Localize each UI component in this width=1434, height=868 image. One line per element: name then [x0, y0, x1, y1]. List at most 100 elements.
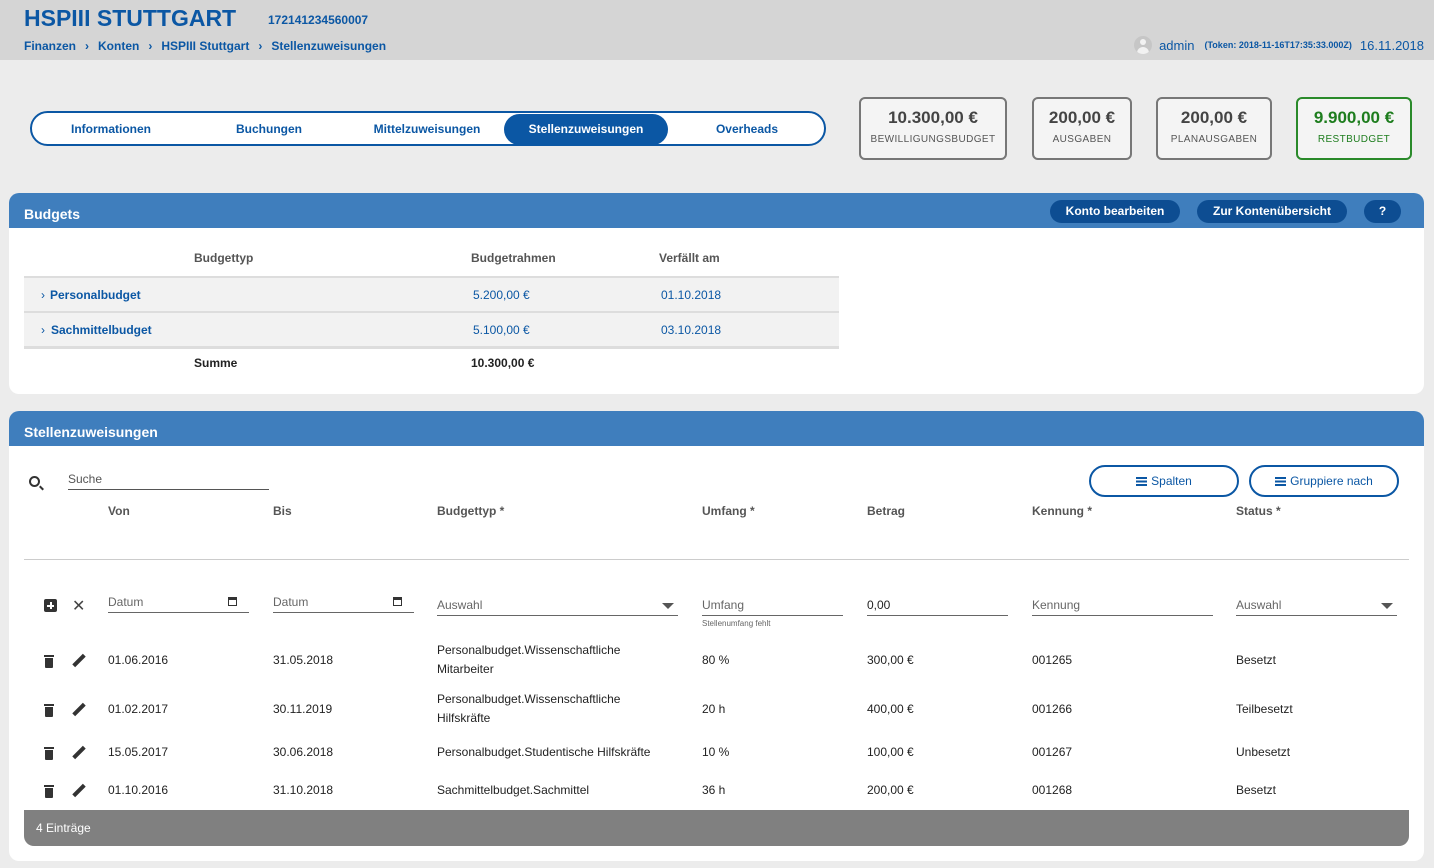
search-icon[interactable]	[29, 476, 40, 487]
cell-scope: 80 %	[702, 653, 730, 667]
add-icon[interactable]	[44, 599, 57, 612]
cell-id: 001268	[1032, 783, 1073, 797]
column-header-budgetrahmen: Budgetrahmen	[471, 251, 556, 265]
edit-account-button[interactable]: Konto bearbeiten	[1050, 200, 1180, 223]
to-date-input[interactable]: Datum	[273, 589, 414, 613]
tab-overheads[interactable]: Overheads	[668, 114, 826, 145]
chevron-right-icon[interactable]: ›	[41, 323, 45, 337]
column-header-budgettyp: Budgettyp	[194, 251, 254, 265]
cell-budget-type: Sachmittelbudget.Sachmittel	[437, 783, 590, 797]
search-input[interactable]: Suche	[68, 468, 269, 490]
avatar[interactable]	[1134, 36, 1153, 54]
summary-planausgaben: 200,00 € PLANAUSGABEN	[1156, 97, 1272, 160]
cell-to: 30.06.2018	[273, 745, 334, 759]
table-row: 15.05.2017 30.06.2018 Personalbudget.Stu…	[9, 743, 1424, 765]
summary-label: BEWILLIGUNGSBUDGET	[870, 134, 996, 145]
tab-informationen[interactable]: Informationen	[32, 114, 190, 145]
delete-icon[interactable]	[44, 655, 54, 668]
column-header-von[interactable]: Von	[108, 504, 130, 518]
tab-mittelzuweisungen[interactable]: Mittelzuweisungen	[348, 114, 506, 145]
status-placeholder: Auswahl	[1236, 598, 1282, 612]
cell-id: 001266	[1032, 702, 1073, 716]
tab-buchungen[interactable]: Buchungen	[190, 114, 348, 145]
chevron-right-icon[interactable]: ›	[41, 288, 45, 302]
cell-amount: 300,00 €	[867, 653, 914, 667]
amount-input[interactable]: 0,00	[867, 592, 1008, 616]
list-icon	[1275, 477, 1287, 486]
delete-icon[interactable]	[44, 704, 54, 717]
cell-to: 31.05.2018	[273, 653, 334, 667]
budget-expires: 01.10.2018	[661, 288, 722, 302]
columns-button[interactable]: Spalten	[1089, 465, 1239, 497]
table-row: 01.10.2016 31.10.2018 Sachmittelbudget.S…	[9, 781, 1424, 803]
account-overview-button[interactable]: Zur Kontenübersicht	[1197, 200, 1347, 223]
breadcrumb-finanzen[interactable]: Finanzen	[24, 39, 76, 53]
edit-icon[interactable]	[72, 703, 86, 717]
summary-ausgaben: 200,00 € AUSGABEN	[1032, 97, 1132, 160]
cell-from: 15.05.2017	[108, 745, 169, 759]
column-header-betrag[interactable]: Betrag	[867, 504, 905, 518]
edit-icon[interactable]	[72, 784, 86, 798]
cell-budget-type: Personalbudget.Wissenschaftliche	[437, 643, 621, 657]
cell-budget-type-line2: Hilfskräfte	[437, 711, 491, 725]
column-header-bis[interactable]: Bis	[273, 504, 292, 518]
tab-stellenzuweisungen[interactable]: Stellenzuweisungen	[504, 114, 668, 145]
cell-scope: 10 %	[702, 745, 730, 759]
app-header: HSPIII STUTTGART 172141234560007 Finanze…	[0, 0, 1434, 60]
column-header-verfaellt: Verfällt am	[659, 251, 720, 265]
group-by-button[interactable]: Gruppiere nach	[1249, 465, 1399, 497]
divider	[24, 559, 1409, 560]
budget-amount: 5.100,00 €	[473, 323, 530, 337]
edit-icon[interactable]	[72, 746, 86, 760]
table-row: 01.06.2016 31.05.2018 Personalbudget.Wis…	[9, 641, 1424, 681]
cell-scope: 20 h	[702, 702, 726, 716]
cell-to: 31.10.2018	[273, 783, 334, 797]
breadcrumb-konten[interactable]: Konten	[98, 39, 139, 53]
summary-bewilligungsbudget: 10.300,00 € BEWILLIGUNGSBUDGET	[859, 97, 1007, 160]
summary-restbudget: 9.900,00 € RESTBUDGET	[1296, 97, 1412, 160]
token-info: (Token: 2018-11-16T17:35:33.000Z)	[1204, 40, 1352, 50]
edit-icon[interactable]	[72, 654, 86, 668]
cell-from: 01.02.2017	[108, 702, 169, 716]
help-button[interactable]: ?	[1364, 200, 1401, 223]
summary-label: RESTBUDGET	[1317, 134, 1391, 145]
table-footer: 4 Einträge	[24, 810, 1409, 846]
calendar-icon[interactable]	[228, 597, 237, 606]
close-icon[interactable]: ✕	[72, 596, 85, 616]
cell-amount: 200,00 €	[867, 783, 914, 797]
status-select[interactable]: Auswahl	[1236, 592, 1397, 616]
summary-value: 10.300,00 €	[888, 108, 978, 127]
scope-input[interactable]: Umfang	[702, 592, 843, 616]
budget-name[interactable]: Personalbudget	[50, 288, 141, 302]
budget-type-select[interactable]: Auswahl	[437, 592, 678, 616]
to-date-placeholder: Datum	[273, 595, 309, 609]
table-row[interactable]: › Sachmittelbudget 5.100,00 € 03.10.2018	[24, 311, 839, 346]
column-header-umfang[interactable]: Umfang *	[702, 504, 755, 518]
delete-icon[interactable]	[44, 785, 54, 798]
current-date: 16.11.2018	[1359, 37, 1424, 53]
delete-icon[interactable]	[44, 747, 54, 760]
username[interactable]: admin	[1159, 38, 1194, 53]
table-row[interactable]: › Personalbudget 5.200,00 € 01.10.2018	[24, 276, 839, 311]
chevron-down-icon	[1381, 603, 1393, 609]
column-header-status[interactable]: Status *	[1236, 504, 1281, 518]
column-header-kennung[interactable]: Kennung *	[1032, 504, 1092, 518]
budget-expires: 03.10.2018	[661, 323, 722, 337]
assignments-title: Stellenzuweisungen	[24, 424, 158, 440]
cell-budget-type-line2: Mitarbeiter	[437, 662, 494, 676]
summary-value: 9.900,00 €	[1313, 108, 1395, 127]
chevron-right-icon: ›	[148, 39, 153, 53]
column-header-budgettyp[interactable]: Budgettyp *	[437, 504, 504, 518]
breadcrumb-account[interactable]: HSPIII Stuttgart	[161, 39, 249, 53]
from-date-input[interactable]: Datum	[108, 589, 249, 613]
summary-label: PLANAUSGABEN	[1170, 134, 1258, 145]
cell-status: Teilbesetzt	[1236, 702, 1293, 716]
budgets-header: Budgets Konto bearbeiten Zur Kontenübers…	[9, 193, 1424, 228]
id-input[interactable]: Kennung	[1032, 592, 1213, 616]
columns-button-label: Spalten	[1151, 474, 1192, 488]
calendar-icon[interactable]	[393, 597, 402, 606]
budget-name[interactable]: Sachmittelbudget	[51, 323, 152, 337]
sum-value: 10.300,00 €	[471, 356, 535, 370]
cell-budget-type: Personalbudget.Wissenschaftliche	[437, 692, 621, 706]
group-by-button-label: Gruppiere nach	[1290, 474, 1373, 488]
